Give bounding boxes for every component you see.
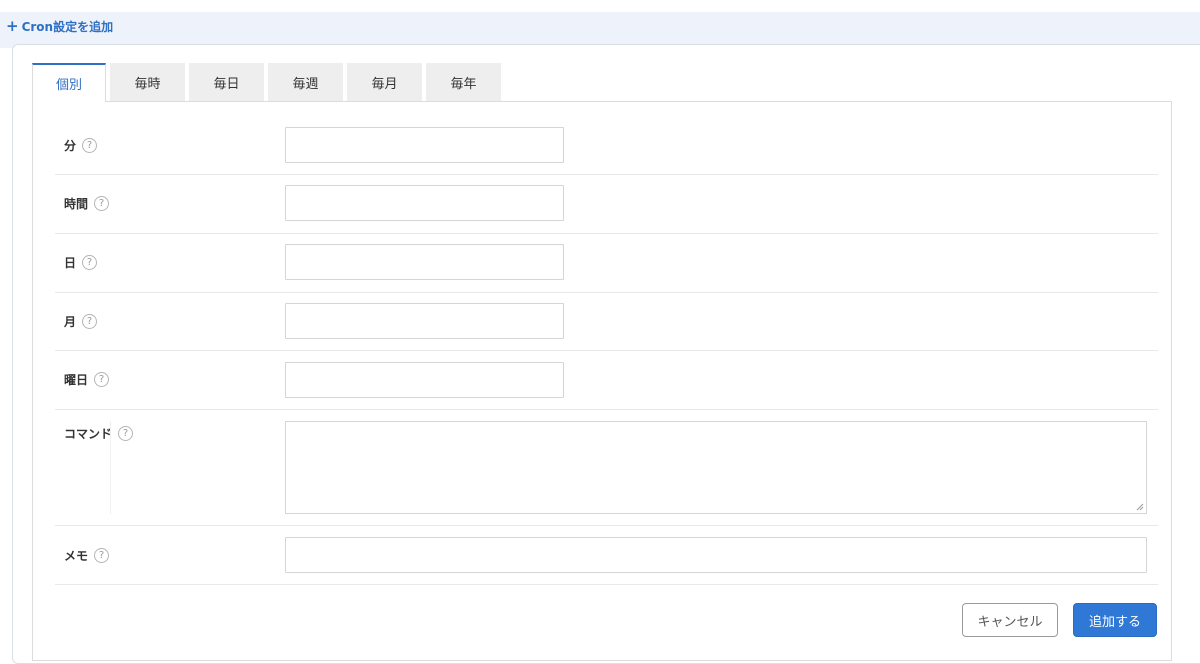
day-label-group: 日 ? xyxy=(64,254,98,271)
tab-individual[interactable]: 個別 xyxy=(32,63,106,102)
help-icon[interactable]: ? xyxy=(94,548,110,563)
hour-label-group: 時間 ? xyxy=(64,195,110,212)
cancel-button[interactable]: キャンセル xyxy=(962,603,1058,637)
help-icon[interactable]: ? xyxy=(94,372,110,387)
command-textarea[interactable] xyxy=(285,421,1147,514)
minute-label: 分 xyxy=(64,139,77,153)
form-row-hour: 時間 ? xyxy=(55,175,1158,234)
memo-input[interactable] xyxy=(285,537,1147,573)
hour-label: 時間 xyxy=(64,197,89,211)
form-row-memo: メモ ? xyxy=(55,526,1158,585)
schedule-tabs: 個別 毎時 毎日 毎週 毎月 毎年 xyxy=(32,63,501,102)
tab-hourly[interactable]: 毎時 xyxy=(110,63,185,101)
command-label-group: コマンド ? xyxy=(64,425,134,442)
plus-icon: + xyxy=(6,17,19,35)
form-row-minute: 分 ? xyxy=(55,116,1158,175)
form-row-month: 月 ? xyxy=(55,293,1158,351)
month-label: 月 xyxy=(64,315,77,329)
label-divider xyxy=(110,421,111,514)
weekday-input[interactable] xyxy=(285,362,564,398)
help-icon[interactable]: ? xyxy=(82,255,98,270)
command-label: コマンド xyxy=(64,427,113,441)
form-row-weekday: 曜日 ? xyxy=(55,351,1158,410)
tab-yearly[interactable]: 毎年 xyxy=(426,63,501,101)
header-strip xyxy=(0,12,1200,48)
minute-input[interactable] xyxy=(285,127,564,163)
memo-label-group: メモ ? xyxy=(64,547,110,564)
form-row-command: コマンド ? xyxy=(55,410,1158,526)
month-input[interactable] xyxy=(285,303,564,339)
day-label: 日 xyxy=(64,256,77,270)
resize-grip-icon[interactable] xyxy=(1136,503,1144,511)
add-cron-label: Cron設定を追加 xyxy=(21,20,114,34)
help-icon[interactable]: ? xyxy=(82,314,98,329)
help-icon[interactable]: ? xyxy=(118,426,134,441)
day-input[interactable] xyxy=(285,244,564,280)
weekday-label-group: 曜日 ? xyxy=(64,371,110,388)
add-button[interactable]: 追加する xyxy=(1073,603,1157,637)
minute-label-group: 分 ? xyxy=(64,137,98,154)
tab-daily[interactable]: 毎日 xyxy=(189,63,264,101)
month-label-group: 月 ? xyxy=(64,313,98,330)
help-icon[interactable]: ? xyxy=(82,138,98,153)
tab-monthly[interactable]: 毎月 xyxy=(347,63,422,101)
memo-label: メモ xyxy=(64,549,89,563)
tab-weekly[interactable]: 毎週 xyxy=(268,63,343,101)
weekday-label: 曜日 xyxy=(64,373,89,387)
form-row-day: 日 ? xyxy=(55,234,1158,293)
help-icon[interactable]: ? xyxy=(94,196,110,211)
add-cron-link[interactable]: + Cron設定を追加 xyxy=(6,18,113,35)
hour-input[interactable] xyxy=(285,185,564,221)
